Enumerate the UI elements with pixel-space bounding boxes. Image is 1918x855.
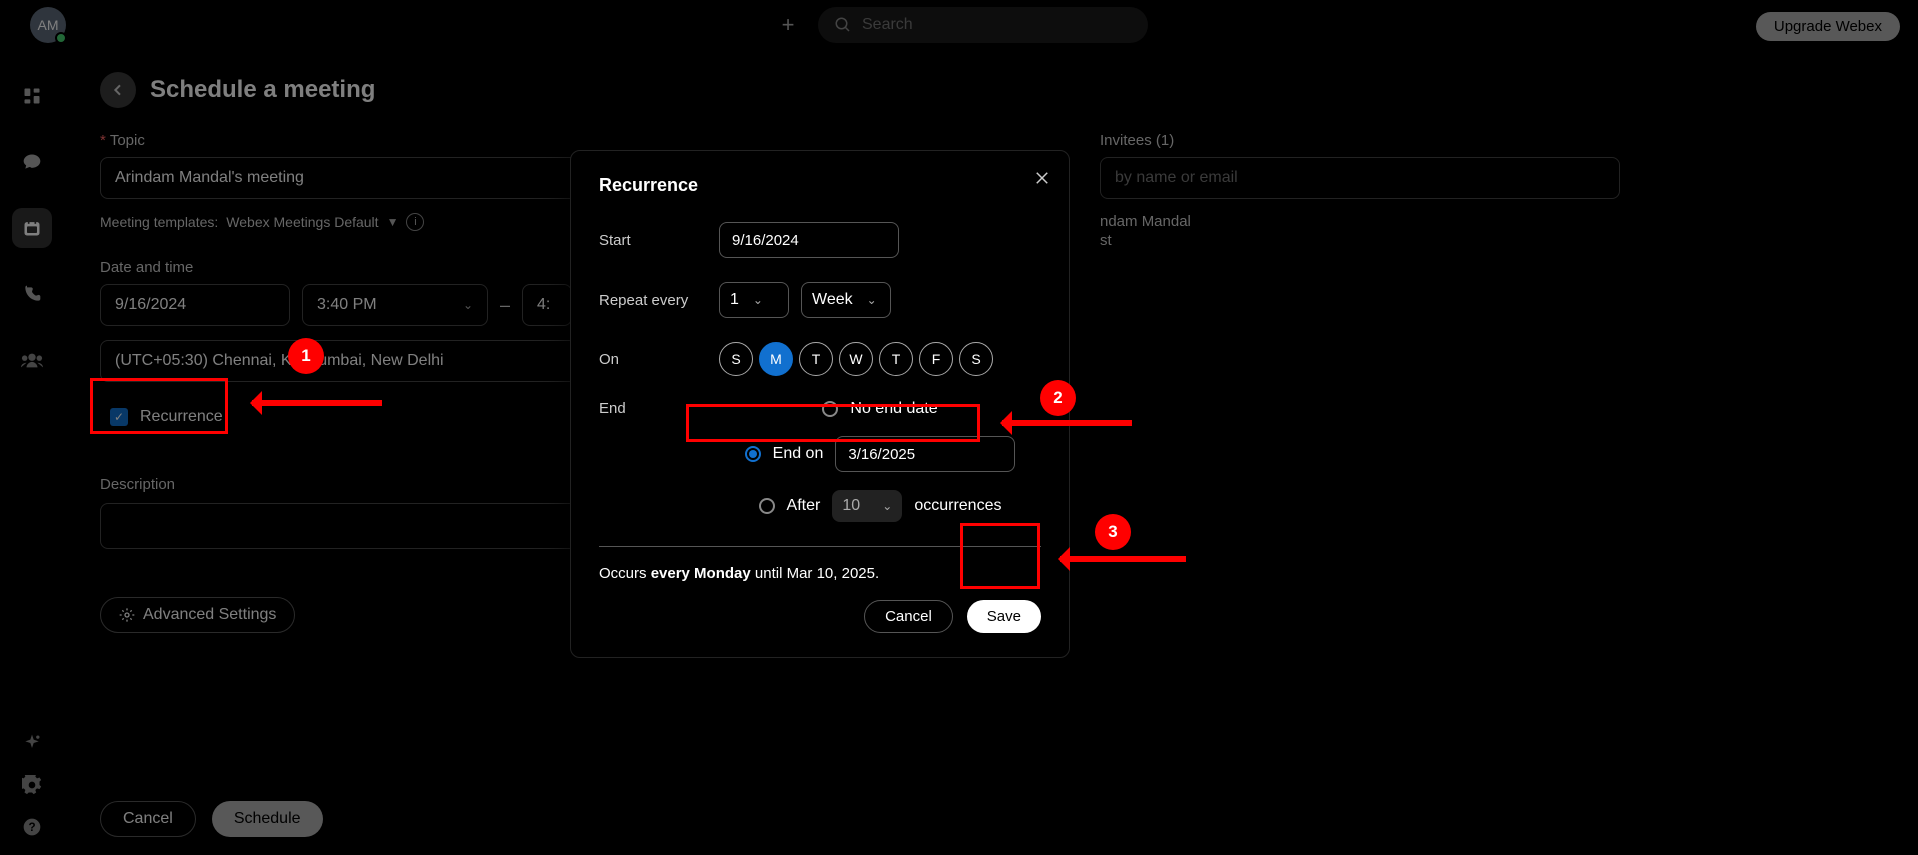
chevron-down-icon: ⌄: [867, 293, 877, 307]
no-end-label: No end date: [850, 400, 937, 418]
radio-checked-icon[interactable]: [745, 446, 761, 462]
recurrence-modal: Recurrence Start Repeat every 1⌄ Week⌄ O…: [570, 150, 1070, 658]
start-date-input[interactable]: [719, 222, 899, 258]
recurrence-summary: Occurs every Monday until Mar 10, 2025.: [599, 565, 1041, 582]
day-fri[interactable]: F: [919, 342, 953, 376]
modal-save-button[interactable]: Save: [967, 600, 1041, 633]
day-thu[interactable]: T: [879, 342, 913, 376]
modal-title: Recurrence: [599, 175, 1041, 196]
close-icon: [1033, 169, 1051, 187]
end-date-input[interactable]: [835, 436, 1015, 472]
modal-buttons: Cancel Save: [599, 600, 1041, 633]
end-on-label: End on: [773, 445, 824, 463]
occurrences-input[interactable]: 10⌄: [832, 490, 902, 522]
day-buttons: S M T W T F S: [719, 342, 993, 376]
repeat-unit-select[interactable]: Week⌄: [801, 282, 891, 318]
day-mon[interactable]: M: [759, 342, 793, 376]
repeat-label: Repeat every: [599, 292, 719, 309]
day-wed[interactable]: W: [839, 342, 873, 376]
modal-close-button[interactable]: [1033, 169, 1051, 187]
occurrences-label: occurrences: [914, 497, 1001, 515]
after-row[interactable]: After 10⌄ occurrences: [759, 490, 1002, 522]
chevron-down-icon: ⌄: [753, 293, 763, 307]
day-sat[interactable]: S: [959, 342, 993, 376]
day-sun[interactable]: S: [719, 342, 753, 376]
radio-unchecked-icon[interactable]: [822, 401, 838, 417]
repeat-count-select[interactable]: 1⌄: [719, 282, 789, 318]
after-label: After: [787, 497, 821, 515]
no-end-row[interactable]: No end date: [822, 400, 937, 418]
radio-unchecked-icon[interactable]: [759, 498, 775, 514]
modal-cancel-button[interactable]: Cancel: [864, 600, 953, 633]
end-on-row[interactable]: End on: [745, 436, 1016, 472]
chevron-down-icon: ⌄: [882, 499, 892, 513]
day-tue[interactable]: T: [799, 342, 833, 376]
on-label: On: [599, 351, 719, 368]
start-label: Start: [599, 232, 719, 249]
divider: [599, 546, 1041, 547]
end-label: End: [599, 400, 719, 417]
